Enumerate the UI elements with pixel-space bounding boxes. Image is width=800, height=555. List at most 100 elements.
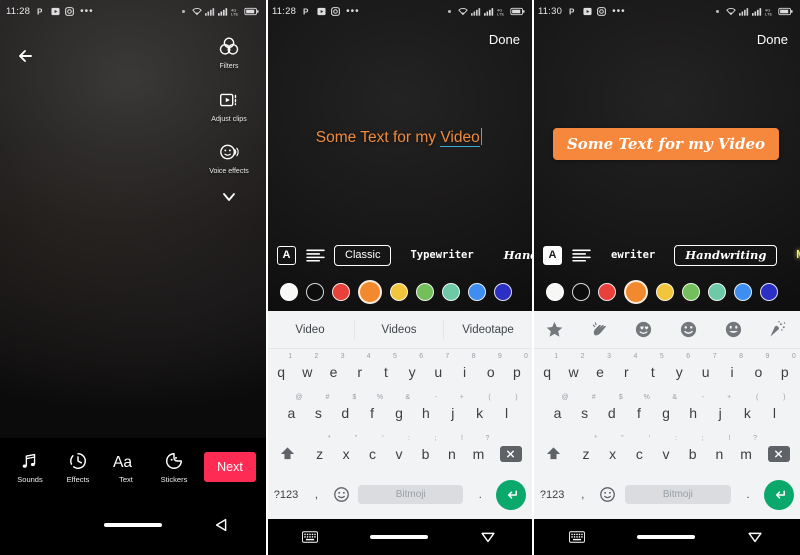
done-button[interactable]: Done bbox=[489, 32, 520, 47]
color-swatch-black[interactable] bbox=[572, 283, 590, 301]
key-s[interactable]: # s bbox=[571, 392, 598, 433]
space-key[interactable]: Bitmoji bbox=[354, 474, 468, 515]
home-pill[interactable] bbox=[621, 535, 710, 539]
key-m[interactable]: ? m bbox=[733, 433, 760, 474]
key-d[interactable]: $ d bbox=[598, 392, 625, 433]
font-chip-typewriter[interactable]: Typewriter bbox=[399, 245, 484, 266]
heart-eyes-icon[interactable] bbox=[621, 320, 666, 339]
key-i[interactable]: 8i bbox=[451, 351, 477, 392]
period-key[interactable]: . bbox=[468, 474, 493, 515]
color-swatch-green[interactable] bbox=[682, 283, 700, 301]
color-swatch-mint[interactable] bbox=[708, 283, 726, 301]
comma-key[interactable]: , bbox=[570, 474, 595, 515]
color-swatch-darkblue[interactable] bbox=[760, 283, 778, 301]
rail-item-filters[interactable]: Filters bbox=[216, 34, 242, 71]
shift-icon[interactable] bbox=[268, 433, 306, 474]
suggestion-1[interactable]: Video bbox=[266, 319, 355, 340]
tool-effects[interactable]: Effects bbox=[54, 450, 102, 484]
back-triangle-icon[interactable] bbox=[443, 528, 532, 546]
backspace-icon[interactable] bbox=[759, 433, 798, 474]
comma-key[interactable]: , bbox=[304, 474, 329, 515]
text-style-a-icon[interactable]: A bbox=[276, 245, 297, 266]
key-g[interactable]: & g bbox=[386, 392, 413, 433]
text-overlay-input[interactable]: Some Text for my Video bbox=[316, 128, 483, 147]
font-chip-handwriting[interactable]: Handwriting bbox=[674, 244, 778, 266]
color-swatch-orange-selected[interactable] bbox=[624, 280, 648, 304]
key-f[interactable]: % f bbox=[625, 392, 652, 433]
color-swatch-orange-selected[interactable] bbox=[358, 280, 382, 304]
font-chip-handwriting[interactable]: Handwriting bbox=[493, 245, 532, 266]
home-pill[interactable] bbox=[355, 535, 444, 539]
key-b[interactable]: ; b bbox=[679, 433, 706, 474]
next-button[interactable]: Next bbox=[204, 451, 256, 482]
key-x[interactable]: " x bbox=[599, 433, 626, 474]
shift-icon[interactable] bbox=[534, 433, 573, 474]
key-z[interactable]: * z bbox=[306, 433, 332, 474]
key-j[interactable]: + j bbox=[439, 392, 466, 433]
home-pill[interactable] bbox=[89, 523, 178, 527]
key-c[interactable]: ' c bbox=[359, 433, 385, 474]
key-u[interactable]: 7u bbox=[692, 351, 718, 392]
key-v[interactable]: :v bbox=[386, 433, 412, 474]
key-f[interactable]: % f bbox=[359, 392, 386, 433]
key-q[interactable]: 1q bbox=[268, 351, 294, 392]
key-a[interactable]: @ a bbox=[544, 392, 571, 433]
key-o[interactable]: 9o bbox=[478, 351, 504, 392]
key-u[interactable]: 7u bbox=[425, 351, 451, 392]
text-align-icon[interactable] bbox=[571, 245, 592, 266]
key-t[interactable]: 5t bbox=[373, 351, 399, 392]
symbols-key[interactable]: ?123 bbox=[268, 474, 304, 515]
color-swatch-blue[interactable] bbox=[734, 283, 752, 301]
done-button[interactable]: Done bbox=[757, 32, 788, 47]
suggestion-2[interactable]: Videos bbox=[355, 319, 444, 340]
font-chip-neon[interactable]: NEON bbox=[785, 245, 800, 266]
emoji-icon[interactable] bbox=[595, 474, 620, 515]
key-r[interactable]: 4r bbox=[613, 351, 639, 392]
color-swatch-blue[interactable] bbox=[468, 283, 486, 301]
rail-item-adjust-clips[interactable]: Adjust clips bbox=[211, 87, 247, 124]
key-c[interactable]: ' c bbox=[626, 433, 653, 474]
chevron-down-icon[interactable] bbox=[219, 188, 239, 211]
color-swatch-black[interactable] bbox=[306, 283, 324, 301]
color-swatch-red[interactable] bbox=[598, 283, 616, 301]
smiley-icon[interactable] bbox=[666, 320, 711, 339]
key-q[interactable]: 1q bbox=[534, 351, 560, 392]
key-w[interactable]: 2w bbox=[560, 351, 586, 392]
color-swatch-yellow[interactable] bbox=[656, 283, 674, 301]
key-k[interactable]: (k bbox=[466, 392, 493, 433]
star-icon[interactable] bbox=[532, 320, 577, 339]
key-l[interactable]: ) l bbox=[493, 392, 520, 433]
color-swatch-red[interactable] bbox=[332, 283, 350, 301]
key-d[interactable]: $ d bbox=[332, 392, 359, 433]
key-y[interactable]: 6y bbox=[399, 351, 425, 392]
party-popper-icon[interactable] bbox=[755, 320, 800, 339]
key-h[interactable]: -h bbox=[412, 392, 439, 433]
key-y[interactable]: 6y bbox=[666, 351, 692, 392]
back-button[interactable] bbox=[13, 43, 39, 69]
key-t[interactable]: 5t bbox=[640, 351, 666, 392]
key-k[interactable]: (k bbox=[734, 392, 761, 433]
keyboard-icon[interactable] bbox=[266, 531, 355, 543]
rail-item-voice-effects[interactable]: Voice effects bbox=[209, 139, 249, 176]
key-p[interactable]: 0p bbox=[772, 351, 798, 392]
key-i[interactable]: 8i bbox=[719, 351, 745, 392]
key-r[interactable]: 4r bbox=[347, 351, 373, 392]
key-h[interactable]: -h bbox=[680, 392, 707, 433]
key-b[interactable]: ; b bbox=[412, 433, 438, 474]
key-g[interactable]: & g bbox=[652, 392, 679, 433]
key-w[interactable]: 2w bbox=[294, 351, 320, 392]
back-triangle-icon[interactable] bbox=[177, 516, 266, 534]
text-overlay-chip[interactable]: Some Text for my Video bbox=[552, 128, 780, 160]
key-l[interactable]: ) l bbox=[761, 392, 788, 433]
key-j[interactable]: + j bbox=[707, 392, 734, 433]
key-o[interactable]: 9o bbox=[745, 351, 771, 392]
color-swatch-mint[interactable] bbox=[442, 283, 460, 301]
space-key[interactable]: Bitmoji bbox=[620, 474, 735, 515]
key-e[interactable]: 3e bbox=[587, 351, 613, 392]
tool-sounds[interactable]: Sounds bbox=[6, 450, 54, 484]
key-v[interactable]: :v bbox=[653, 433, 680, 474]
color-swatch-green[interactable] bbox=[416, 283, 434, 301]
backspace-icon[interactable] bbox=[492, 433, 530, 474]
color-swatch-white[interactable] bbox=[546, 283, 564, 301]
tool-text[interactable]: Aa Text bbox=[102, 450, 150, 484]
